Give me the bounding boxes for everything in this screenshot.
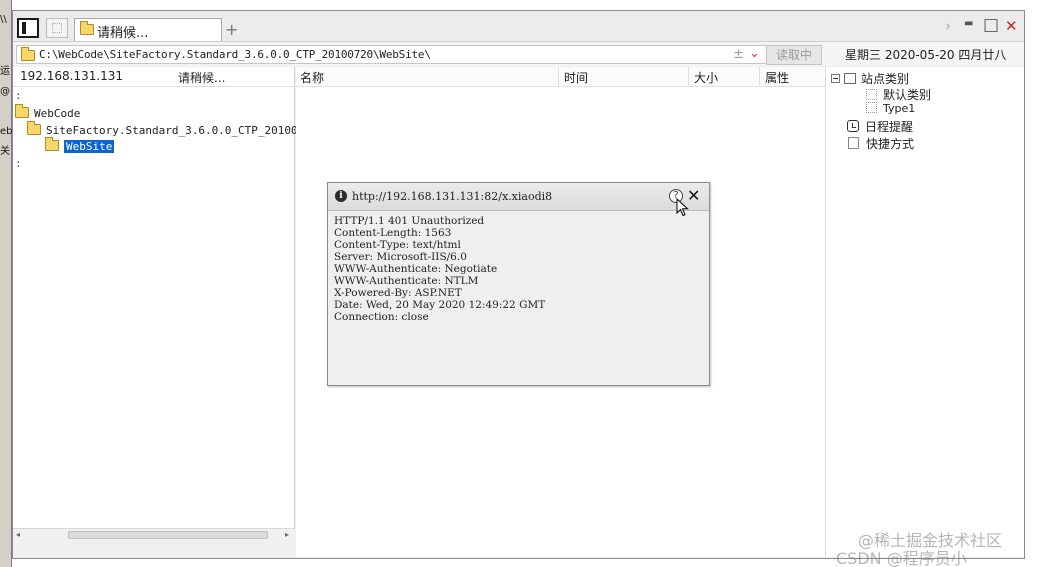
placeholder-icon <box>52 23 62 33</box>
minimize-icon[interactable]: ▬ <box>964 18 973 29</box>
clock-icon <box>847 120 859 132</box>
shortcuts-item[interactable]: 快捷方式 <box>843 135 914 152</box>
path-input[interactable]: C:\WebCode\SiteFactory.Standard_3.6.0.0_… <box>16 45 778 64</box>
tree-node-label: SiteFactory.Standard_3.6.0.0_CTP_2010072… <box>46 124 318 137</box>
category-node[interactable]: 站点类别 <box>831 70 909 87</box>
collapse-icon[interactable] <box>831 74 840 83</box>
column-size[interactable]: 大小 <box>694 69 718 86</box>
maximize-icon[interactable]: □ <box>983 15 999 35</box>
folder-icon <box>80 21 94 35</box>
category-item-label: Type1 <box>883 102 916 115</box>
read-button[interactable]: 读取中 <box>766 45 822 65</box>
host-ip: 192.168.131.131 <box>20 69 124 83</box>
column-name[interactable]: 名称 <box>300 69 324 86</box>
category-item[interactable]: 默认类别 <box>866 86 931 103</box>
background-window-strip: \\ 运 @ eb 关 <box>0 0 12 567</box>
dialog-url: http://192.168.131.131:82/x.xiaodi8 <box>352 190 553 203</box>
tree-header: 192.168.131.131 请稍候... <box>13 67 294 87</box>
panel-icon <box>22 22 26 34</box>
category-item[interactable]: Type1 <box>866 102 915 115</box>
http-response-dialog: i http://192.168.131.131:82/x.xiaodi8 ? … <box>327 182 710 386</box>
category-icon <box>844 73 856 84</box>
background-fragment: @ <box>0 86 10 97</box>
folder-icon <box>27 121 41 135</box>
column-divider[interactable] <box>688 67 689 87</box>
background-fragment: 运 <box>0 66 10 77</box>
sidebar-toggle-button[interactable] <box>17 18 39 38</box>
tab-label: 请稍候... <box>97 26 149 41</box>
tab-bar: 请稍候... + › ▬ □ ✕ <box>13 11 1024 41</box>
category-label: 站点类别 <box>861 72 910 86</box>
category-item-icon <box>866 102 877 113</box>
close-icon[interactable]: ✕ <box>1005 17 1018 35</box>
new-tab-icon[interactable]: + <box>225 20 238 39</box>
background-fragment: \\ <box>0 14 7 25</box>
shortcuts-label: 快捷方式 <box>866 137 915 151</box>
column-attributes[interactable]: 属性 <box>765 69 789 86</box>
file-list-header: 名称 时间 大小 属性 <box>296 67 825 87</box>
tree-node-webcode[interactable]: WebCode <box>15 104 81 120</box>
watermark-text: CSDN @程序员小 <box>836 549 967 567</box>
tree-node-label: WebCode <box>34 107 81 120</box>
column-time[interactable]: 时间 <box>564 69 588 86</box>
background-fragment: 关 <box>0 146 10 157</box>
tree-connector: : <box>15 157 22 170</box>
tab-loading[interactable]: 请稍候... <box>74 18 222 41</box>
scroll-thumb[interactable] <box>68 531 268 539</box>
horizontal-scrollbar[interactable]: ◂ ▸ <box>13 528 295 540</box>
shortcut-icon <box>848 137 859 149</box>
category-item-label: 默认类别 <box>883 88 932 102</box>
tree-node-label: WebSite <box>64 140 115 153</box>
scroll-right-icon[interactable]: ▸ <box>285 530 289 539</box>
info-icon: i <box>335 190 347 202</box>
address-bar: C:\WebCode\SiteFactory.Standard_3.6.0.0_… <box>13 41 1024 66</box>
column-divider[interactable] <box>558 67 559 87</box>
path-text: C:\WebCode\SiteFactory.Standard_3.6.0.0_… <box>39 48 431 61</box>
directory-tree-pane: 192.168.131.131 请稍候... : WebCode SiteFac… <box>13 67 318 540</box>
dialog-title-bar: i http://192.168.131.131:82/x.xiaodi8 ? … <box>328 183 709 211</box>
loading-status: 请稍候... <box>178 71 226 85</box>
column-divider[interactable] <box>759 67 760 87</box>
mouse-pointer-icon <box>676 198 689 217</box>
tree-node-sitefactory[interactable]: SiteFactory.Standard_3.6.0.0_CTP_2010072… <box>27 121 318 137</box>
folder-icon <box>15 104 29 118</box>
category-item-icon <box>866 89 877 100</box>
disabled-toolbar-button[interactable] <box>46 18 68 38</box>
background-fragment: eb <box>0 126 12 137</box>
http-response-text: HTTP/1.1 401 Unauthorized Content-Length… <box>334 215 546 323</box>
schedule-label: 日程提醒 <box>865 120 914 134</box>
folder-icon <box>45 137 59 151</box>
tree-node-website[interactable]: WebSite <box>45 137 115 153</box>
forward-icon[interactable]: › <box>945 17 951 35</box>
chevron-down-icon[interactable]: ⌄ <box>749 46 760 61</box>
schedule-reminder-item[interactable]: 日程提醒 <box>843 118 913 135</box>
date-display: 星期三 2020-05-20 四月廿八 <box>845 48 1007 62</box>
tree-connector: : <box>15 89 22 102</box>
scroll-left-icon[interactable]: ◂ <box>16 530 20 539</box>
folder-icon <box>21 47 35 61</box>
category-pane: 站点类别 默认类别 Type1 日程提醒 快捷方式 <box>825 67 1024 557</box>
bookmark-icon[interactable]: ± <box>733 47 744 62</box>
